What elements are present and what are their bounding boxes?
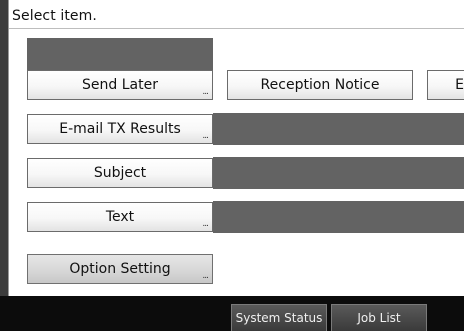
reception-notice-button[interactable]: Reception Notice xyxy=(227,70,413,100)
email-tx-results-label: E-mail TX Results xyxy=(59,121,181,137)
text-label: Text xyxy=(105,209,135,225)
option-setting-button[interactable]: Option Setting ... xyxy=(27,254,213,284)
more-indicator: ... xyxy=(202,271,209,281)
left-edge-divider xyxy=(8,0,9,296)
job-list-button[interactable]: Job List xyxy=(331,304,427,331)
email-tx-results-value-field xyxy=(213,113,464,145)
send-later-label: Send Later xyxy=(82,77,158,93)
system-status-button[interactable]: System Status xyxy=(231,304,327,331)
subject-label: Subject xyxy=(93,165,147,181)
email-tx-results-button[interactable]: E-mail TX Results ... xyxy=(27,114,213,144)
text-value-field xyxy=(213,201,464,233)
text-button[interactable]: Text ... xyxy=(27,202,213,232)
partial-button[interactable]: E xyxy=(427,70,464,100)
subject-value-field xyxy=(213,157,464,189)
partial-button-label: E xyxy=(455,77,464,93)
more-indicator: ... xyxy=(202,219,209,229)
more-indicator: ... xyxy=(202,131,209,141)
job-list-label: Job List xyxy=(357,311,401,325)
more-indicator: ... xyxy=(202,87,209,97)
reception-notice-label: Reception Notice xyxy=(260,77,380,93)
footer-bar: System Status Job List xyxy=(0,296,464,331)
option-setting-label: Option Setting xyxy=(69,261,171,277)
system-status-label: System Status xyxy=(235,311,323,325)
send-later-button[interactable]: Send Later ... xyxy=(27,70,213,100)
left-edge-bar xyxy=(0,0,8,296)
subject-button[interactable]: Subject xyxy=(27,158,213,188)
screen: Select item. Send Later ... Reception No… xyxy=(0,0,464,331)
header-divider xyxy=(9,28,464,29)
send-later-value-field xyxy=(27,38,213,70)
instruction-text: Select item. xyxy=(12,8,97,24)
